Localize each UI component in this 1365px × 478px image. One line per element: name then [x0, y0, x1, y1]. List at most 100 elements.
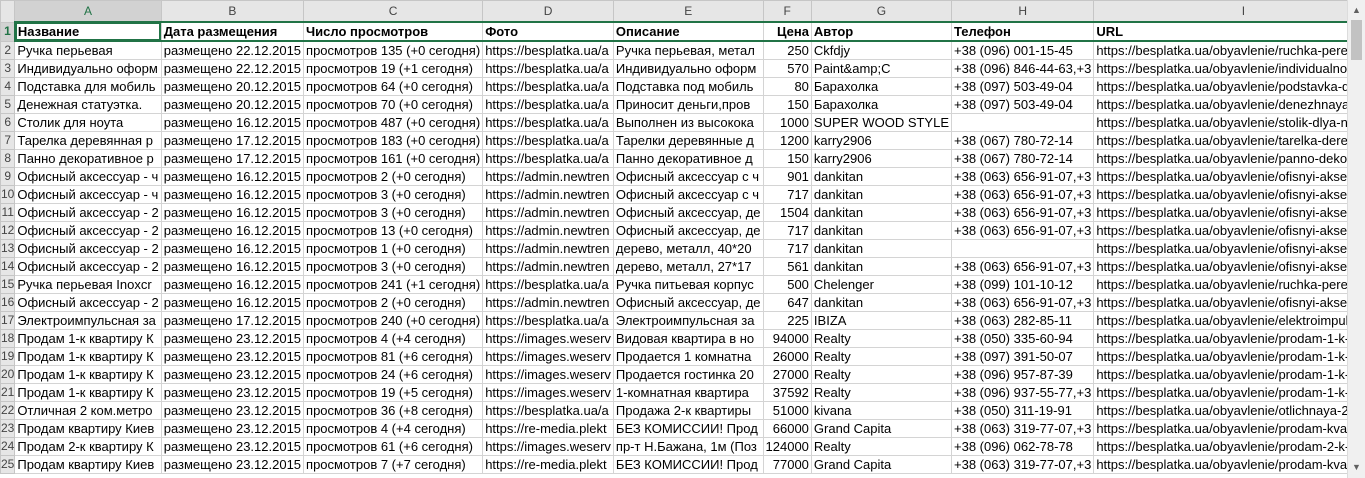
cell-c9[interactable]: просмотров 2 (+0 сегодня) [303, 167, 484, 186]
row-header[interactable]: 13 [0, 239, 16, 258]
cell-c6[interactable]: просмотров 487 (+0 сегодня) [303, 113, 484, 132]
cell-a19[interactable]: Продам 1-к квартиру К [14, 347, 162, 366]
row-header[interactable]: 14 [0, 257, 16, 276]
cell-f12[interactable]: 717 [762, 221, 812, 240]
cell-e17[interactable]: Электроимпульсная за [612, 311, 764, 330]
cell-i8[interactable]: https://besplatka.ua/obyavlenie/panno-de… [1093, 149, 1347, 168]
cell-e4[interactable]: Подставка под мобиль [612, 77, 764, 96]
row-header[interactable]: 10 [0, 185, 16, 204]
cell-b9[interactable]: размещено 16.12.2015 [160, 167, 305, 186]
cell-a6[interactable]: Столик для ноута [14, 113, 162, 132]
cell-b23[interactable]: размещено 23.12.2015 [160, 419, 305, 438]
cell-b5[interactable]: размещено 20.12.2015 [160, 95, 305, 114]
cell-d25[interactable]: https://re-media.plekt [482, 455, 614, 474]
cell-b12[interactable]: размещено 16.12.2015 [160, 221, 305, 240]
row-header[interactable]: 17 [0, 311, 16, 330]
cell-a16[interactable]: Офисный аксессуар - 2 [14, 293, 162, 312]
cell-d18[interactable]: https://images.weserv [482, 329, 614, 348]
cell-d15[interactable]: https://besplatka.ua/a [482, 275, 614, 294]
cell-i5[interactable]: https://besplatka.ua/obyavlenie/denezhna… [1093, 95, 1347, 114]
cell-i25[interactable]: https://besplatka.ua/obyavlenie/prodam-k… [1093, 455, 1347, 474]
cell-b22[interactable]: размещено 23.12.2015 [160, 401, 305, 420]
cell-i7[interactable]: https://besplatka.ua/obyavlenie/tarelka-… [1093, 131, 1347, 150]
column-header-g[interactable]: G [810, 0, 953, 23]
row-header[interactable]: 19 [0, 347, 16, 366]
cell-c18[interactable]: просмотров 4 (+4 сегодня) [303, 329, 484, 348]
cell-b15[interactable]: размещено 16.12.2015 [160, 275, 305, 294]
cell-c12[interactable]: просмотров 13 (+0 сегодня) [303, 221, 484, 240]
cell-a1[interactable]: Название [14, 21, 162, 42]
cell-f13[interactable]: 717 [762, 239, 812, 258]
scroll-down-arrow-icon[interactable]: ▼ [1348, 459, 1365, 476]
cell-g3[interactable]: Paint&amp;C [810, 59, 953, 78]
cell-h3[interactable]: +38 (096) 846-44-63,+3 [950, 59, 1095, 78]
cell-d4[interactable]: https://besplatka.ua/a [482, 77, 614, 96]
cell-h20[interactable]: +38 (096) 957-87-39 [950, 365, 1095, 384]
cell-b20[interactable]: размещено 23.12.2015 [160, 365, 305, 384]
column-header-f[interactable]: F [762, 0, 812, 23]
row-header[interactable]: 6 [0, 113, 16, 132]
cell-h13[interactable] [950, 239, 1095, 258]
cell-a9[interactable]: Офисный аксессуар - ч [14, 167, 162, 186]
cell-a20[interactable]: Продам 1-к квартиру К [14, 365, 162, 384]
cell-c7[interactable]: просмотров 183 (+0 сегодня) [303, 131, 484, 150]
cell-c1[interactable]: Число просмотров [303, 21, 484, 42]
cell-b8[interactable]: размещено 17.12.2015 [160, 149, 305, 168]
cell-c11[interactable]: просмотров 3 (+0 сегодня) [303, 203, 484, 222]
cell-e3[interactable]: Индивидуально оформ [612, 59, 764, 78]
cell-e8[interactable]: Панно декоративное д [612, 149, 764, 168]
cell-h5[interactable]: +38 (097) 503-49-04 [950, 95, 1095, 114]
cell-g9[interactable]: dankitan [810, 167, 953, 186]
cell-c3[interactable]: просмотров 19 (+1 сегодня) [303, 59, 484, 78]
cell-f24[interactable]: 124000 [762, 437, 812, 456]
cell-h8[interactable]: +38 (067) 780-72-14 [950, 149, 1095, 168]
cell-c14[interactable]: просмотров 3 (+0 сегодня) [303, 257, 484, 276]
cell-g22[interactable]: kivana [810, 401, 953, 420]
cell-g20[interactable]: Realty [810, 365, 953, 384]
cell-a14[interactable]: Офисный аксессуар - 2 [14, 257, 162, 276]
cell-g24[interactable]: Realty [810, 437, 953, 456]
cell-a18[interactable]: Продам 1-к квартиру К [14, 329, 162, 348]
vertical-scrollbar[interactable]: ▲ ▼ [1347, 0, 1365, 478]
cell-i18[interactable]: https://besplatka.ua/obyavlenie/prodam-1… [1093, 329, 1347, 348]
cell-i16[interactable]: https://besplatka.ua/obyavlenie/ofisnyi-… [1093, 293, 1347, 312]
cell-i15[interactable]: https://besplatka.ua/obyavlenie/ruchka-p… [1093, 275, 1347, 294]
cell-h19[interactable]: +38 (097) 391-50-07 [950, 347, 1095, 366]
cell-b14[interactable]: размещено 16.12.2015 [160, 257, 305, 276]
cell-e12[interactable]: Офисный аксессуар, де [612, 221, 764, 240]
cell-a7[interactable]: Тарелка деревянная р [14, 131, 162, 150]
cell-d16[interactable]: https://admin.newtren [482, 293, 614, 312]
cell-a12[interactable]: Офисный аксессуар - 2 [14, 221, 162, 240]
cell-h17[interactable]: +38 (063) 282-85-11 [950, 311, 1095, 330]
cell-e15[interactable]: Ручка питьевая корпус [612, 275, 764, 294]
cell-f19[interactable]: 26000 [762, 347, 812, 366]
cell-a11[interactable]: Офисный аксессуар - 2 [14, 203, 162, 222]
row-header[interactable]: 4 [0, 77, 16, 96]
row-header[interactable]: 22 [0, 401, 16, 420]
cell-e16[interactable]: Офисный аксессуар, де [612, 293, 764, 312]
cell-d13[interactable]: https://admin.newtren [482, 239, 614, 258]
cell-i10[interactable]: https://besplatka.ua/obyavlenie/ofisnyi-… [1093, 185, 1347, 204]
cell-i11[interactable]: https://besplatka.ua/obyavlenie/ofisnyi-… [1093, 203, 1347, 222]
row-header[interactable]: 15 [0, 275, 16, 294]
cell-a4[interactable]: Подставка для мобиль [14, 77, 162, 96]
cell-g4[interactable]: Барахолка [810, 77, 953, 96]
cell-g14[interactable]: dankitan [810, 257, 953, 276]
cell-e5[interactable]: Приносит деньги,пров [612, 95, 764, 114]
sheet-table[interactable]: ABCDEFGHIJ 1НазваниеДата размещенияЧисло… [0, 0, 1347, 474]
cell-g23[interactable]: Grand Capita [810, 419, 953, 438]
cell-f10[interactable]: 717 [762, 185, 812, 204]
cell-d7[interactable]: https://besplatka.ua/a [482, 131, 614, 150]
cell-b10[interactable]: размещено 16.12.2015 [160, 185, 305, 204]
cell-g19[interactable]: Realty [810, 347, 953, 366]
cell-d10[interactable]: https://admin.newtren [482, 185, 614, 204]
row-header[interactable]: 2 [0, 40, 16, 60]
cell-a10[interactable]: Офисный аксессуар - ч [14, 185, 162, 204]
scrollbar-thumb[interactable] [1351, 20, 1362, 60]
cell-b25[interactable]: размещено 23.12.2015 [160, 455, 305, 474]
row-header[interactable]: 23 [0, 419, 16, 438]
cell-b3[interactable]: размещено 22.12.2015 [160, 59, 305, 78]
cell-h2[interactable]: +38 (096) 001-15-45 [950, 40, 1095, 60]
cell-b13[interactable]: размещено 16.12.2015 [160, 239, 305, 258]
cell-d11[interactable]: https://admin.newtren [482, 203, 614, 222]
